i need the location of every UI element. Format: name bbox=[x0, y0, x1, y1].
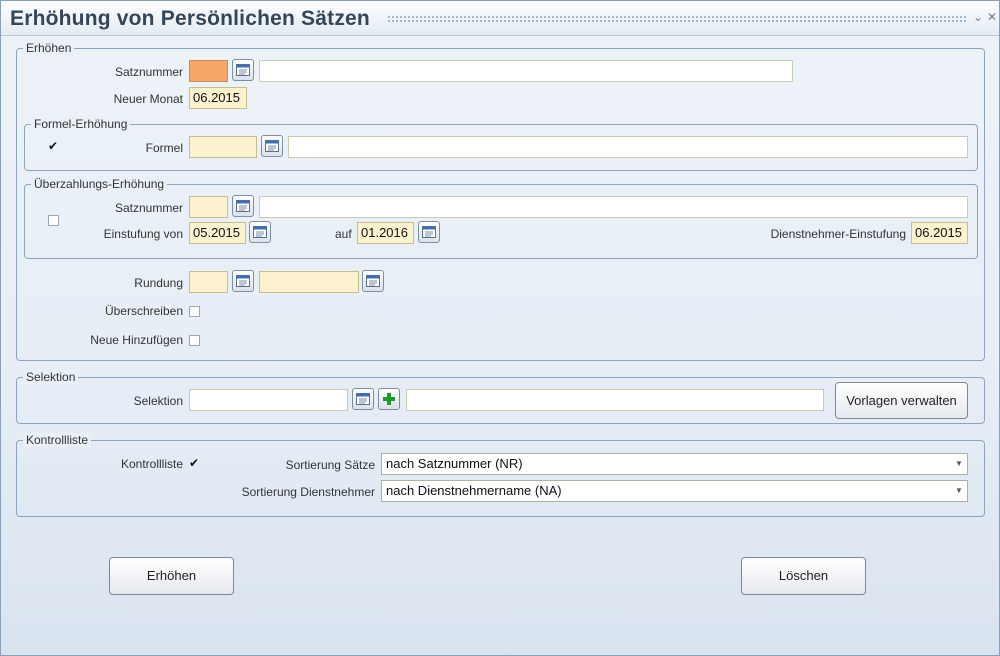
title-bar-grip bbox=[387, 15, 967, 23]
kontrollliste-checkbox[interactable] bbox=[189, 456, 200, 470]
selektion-lookup-icon[interactable] bbox=[352, 388, 374, 410]
einstufung-von-label: Einstufung von bbox=[103, 227, 183, 241]
selektion-add-icon[interactable] bbox=[378, 388, 400, 410]
formel-input[interactable] bbox=[189, 136, 257, 158]
erhoehen-button[interactable]: Erhöhen bbox=[109, 557, 234, 595]
ueberzahlung-satznummer-input[interactable] bbox=[189, 196, 228, 218]
satznummer-lookup-icon[interactable] bbox=[232, 59, 254, 81]
minimize-icon[interactable]: ⌄ bbox=[973, 11, 983, 23]
neue-hinzufuegen-checkbox[interactable] bbox=[189, 335, 200, 346]
rundung-label: Rundung bbox=[134, 276, 183, 290]
chevron-down-icon[interactable]: ▼ bbox=[953, 483, 965, 499]
dialog-window: Erhöhung von Persönlichen Sätzen ⌄ ✕ Erh… bbox=[0, 0, 1000, 656]
dienstnehmer-einstufung-label: Dienstnehmer-Einstufung bbox=[770, 227, 906, 241]
ueberschreiben-label: Überschreiben bbox=[104, 304, 183, 318]
rundung-description-lookup-icon[interactable] bbox=[362, 270, 384, 292]
ueberschreiben-checkbox[interactable] bbox=[189, 306, 200, 317]
auf-label: auf bbox=[335, 227, 352, 241]
satznummer-input[interactable] bbox=[189, 60, 228, 82]
group-formel-legend: Formel-Erhöhung bbox=[31, 117, 131, 131]
loeschen-button[interactable]: Löschen bbox=[741, 557, 866, 595]
kontrollliste-label: Kontrollliste bbox=[120, 457, 183, 471]
formel-lookup-icon[interactable] bbox=[261, 135, 283, 157]
group-kontrollliste: Kontrollliste bbox=[16, 433, 985, 517]
group-erhoehen-legend: Erhöhen bbox=[23, 41, 75, 55]
dienstnehmer-einstufung-input[interactable]: 06.2015 bbox=[911, 222, 968, 244]
vorlagen-verwalten-button[interactable]: Vorlagen verwalten bbox=[835, 382, 968, 419]
window-title: Erhöhung von Persönlichen Sätzen bbox=[10, 7, 370, 30]
rundung-description-field[interactable] bbox=[259, 271, 359, 293]
title-bar: Erhöhung von Persönlichen Sätzen ⌄ ✕ bbox=[1, 1, 999, 36]
sortierung-saetze-select[interactable]: nach Satznummer (NR) ▼ bbox=[381, 453, 968, 475]
ueberzahlung-satznummer-label: Satznummer bbox=[114, 201, 183, 215]
formel-checkbox[interactable] bbox=[48, 139, 59, 153]
selektion-label: Selektion bbox=[133, 394, 183, 408]
selektion-description-field[interactable] bbox=[406, 389, 824, 411]
sortierung-dienstnehmer-value: nach Dienstnehmername (NA) bbox=[386, 483, 562, 498]
formel-description-field[interactable] bbox=[288, 136, 968, 158]
rundung-lookup-icon[interactable] bbox=[232, 270, 254, 292]
ueberzahlung-checkbox[interactable] bbox=[48, 215, 59, 226]
auf-calendar-icon[interactable] bbox=[418, 221, 440, 243]
sortierung-dienstnehmer-label: Sortierung Dienstnehmer bbox=[241, 485, 375, 499]
neuer-monat-label: Neuer Monat bbox=[113, 92, 183, 106]
ueberzahlung-satznummer-lookup-icon[interactable] bbox=[232, 195, 254, 217]
neuer-monat-input[interactable]: 06.2015 bbox=[189, 87, 247, 109]
einstufung-von-calendar-icon[interactable] bbox=[249, 221, 271, 243]
satznummer-label: Satznummer bbox=[114, 65, 183, 79]
group-ueberzahlung-legend: Überzahlungs-Erhöhung bbox=[31, 177, 168, 191]
selektion-input[interactable] bbox=[189, 389, 348, 411]
sortierung-saetze-value: nach Satznummer (NR) bbox=[386, 456, 523, 471]
sortierung-saetze-label: Sortierung Sätze bbox=[285, 458, 375, 472]
ueberzahlung-satznummer-description-field[interactable] bbox=[259, 196, 968, 218]
sortierung-dienstnehmer-select[interactable]: nach Dienstnehmername (NA) ▼ bbox=[381, 480, 968, 502]
group-kontrollliste-legend: Kontrollliste bbox=[23, 433, 92, 447]
auf-input[interactable]: 01.2016 bbox=[357, 222, 414, 244]
formel-label: Formel bbox=[145, 141, 183, 155]
group-selektion-legend: Selektion bbox=[23, 370, 79, 384]
rundung-input[interactable] bbox=[189, 271, 228, 293]
close-icon[interactable]: ✕ bbox=[987, 11, 997, 23]
satznummer-description-field[interactable] bbox=[259, 60, 793, 82]
neue-hinzufuegen-label: Neue Hinzufügen bbox=[90, 333, 183, 347]
chevron-down-icon[interactable]: ▼ bbox=[953, 456, 965, 472]
einstufung-von-input[interactable]: 05.2015 bbox=[189, 222, 246, 244]
